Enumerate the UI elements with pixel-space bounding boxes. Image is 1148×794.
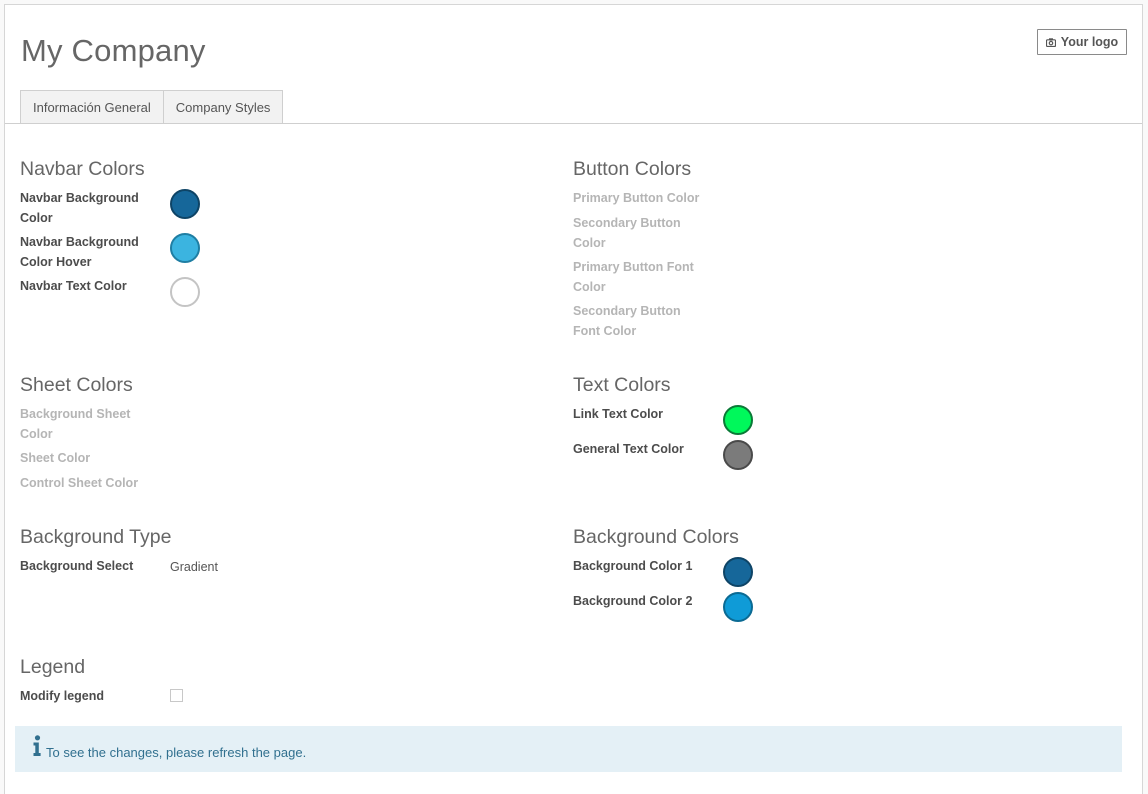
label-general-text-color: General Text Color xyxy=(573,442,684,456)
label-background-select: Background Select xyxy=(20,559,134,573)
section-title-background-colors: Background Colors xyxy=(573,526,739,548)
swatch-link-text-color[interactable] xyxy=(723,405,753,435)
section-title-legend: Legend xyxy=(20,656,86,678)
info-icon xyxy=(32,735,42,760)
label-background-sheet-color: Background Sheet Color xyxy=(20,407,131,441)
upload-logo-label: Your logo xyxy=(1060,35,1119,49)
camera-icon xyxy=(1045,37,1056,47)
label-secondary-button-font-color: Secondary Button Font Color xyxy=(573,304,681,338)
background-select-value[interactable]: Gradient xyxy=(170,560,218,574)
swatch-navbar-background-color-hover[interactable] xyxy=(170,233,200,263)
upload-logo-button[interactable]: Your logo xyxy=(1037,29,1127,55)
label-background-color-2: Background Color 2 xyxy=(573,594,693,608)
label-navbar-background-color: Navbar Background Color xyxy=(20,191,139,225)
form-sheet: My Company Your logo Información General… xyxy=(4,4,1143,794)
alert-message: To see the changes, please refresh the p… xyxy=(46,745,307,760)
tab-company-styles[interactable]: Company Styles xyxy=(163,90,284,124)
section-title-button-colors: Button Colors xyxy=(573,158,692,180)
swatch-background-color-1[interactable] xyxy=(723,557,753,587)
label-primary-button-color: Primary Button Color xyxy=(573,191,700,205)
label-secondary-button-color: Secondary Button Color xyxy=(573,216,681,250)
label-sheet-color: Sheet Color xyxy=(20,451,91,465)
label-navbar-background-color-hover: Navbar Background Color Hover xyxy=(20,235,139,269)
section-title-navbar-colors: Navbar Colors xyxy=(20,158,145,180)
company-name-title: My Company xyxy=(21,33,206,68)
label-primary-button-font-color: Primary Button Font Color xyxy=(573,260,694,294)
label-navbar-text-color: Navbar Text Color xyxy=(20,279,127,293)
tab-informacion-general[interactable]: Información General xyxy=(20,90,164,124)
swatch-background-color-2[interactable] xyxy=(723,592,753,622)
tabs-divider xyxy=(5,123,1142,124)
section-title-sheet-colors: Sheet Colors xyxy=(20,374,133,396)
form-tabs: Información General Company Styles xyxy=(20,90,284,124)
modify-legend-checkbox[interactable] xyxy=(170,689,183,702)
swatch-navbar-text-color[interactable] xyxy=(170,277,200,307)
label-control-sheet-color: Control Sheet Color xyxy=(20,476,139,490)
label-link-text-color: Link Text Color xyxy=(573,407,664,421)
label-modify-legend: Modify legend xyxy=(20,689,105,703)
refresh-info-alert: To see the changes, please refresh the p… xyxy=(15,726,1122,772)
section-title-text-colors: Text Colors xyxy=(573,374,671,396)
section-title-background-type: Background Type xyxy=(20,526,172,548)
label-background-color-1: Background Color 1 xyxy=(573,559,693,573)
swatch-navbar-background-color[interactable] xyxy=(170,189,200,219)
swatch-general-text-color[interactable] xyxy=(723,440,753,470)
